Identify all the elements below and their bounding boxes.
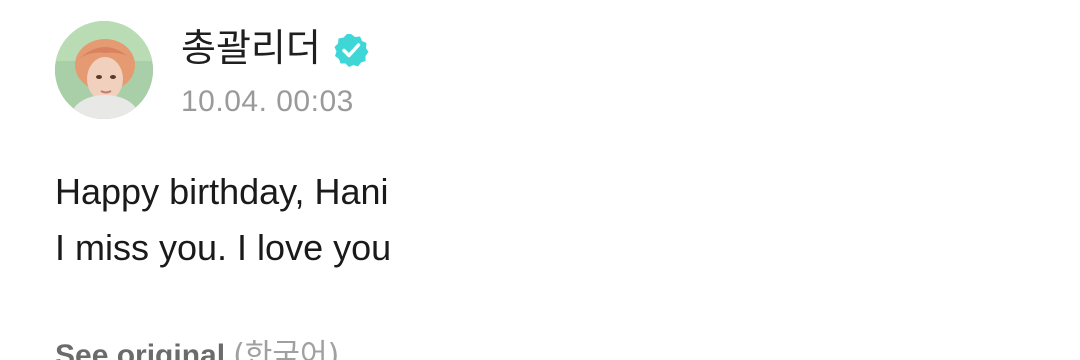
avatar[interactable]: [55, 21, 153, 119]
post-body-line: I miss you. I love you: [55, 227, 392, 268]
author-name[interactable]: 총괄리더: [181, 22, 321, 74]
avatar-image: [55, 21, 153, 119]
see-original-label[interactable]: See original: [55, 339, 225, 360]
see-original-link[interactable]: See original (한국어): [55, 336, 339, 360]
original-language-label: (한국어): [233, 338, 340, 360]
post-body: Happy birthday, Hani I miss you. I love …: [55, 164, 391, 276]
post-body-line: Happy birthday, Hani: [55, 171, 389, 212]
verified-check-icon: [334, 34, 369, 67]
post-card: 총괄리더 10.04. 00:03 Happy birthday, Hani I…: [0, 0, 1080, 360]
post-timestamp: 10.04. 00:03: [181, 85, 354, 118]
